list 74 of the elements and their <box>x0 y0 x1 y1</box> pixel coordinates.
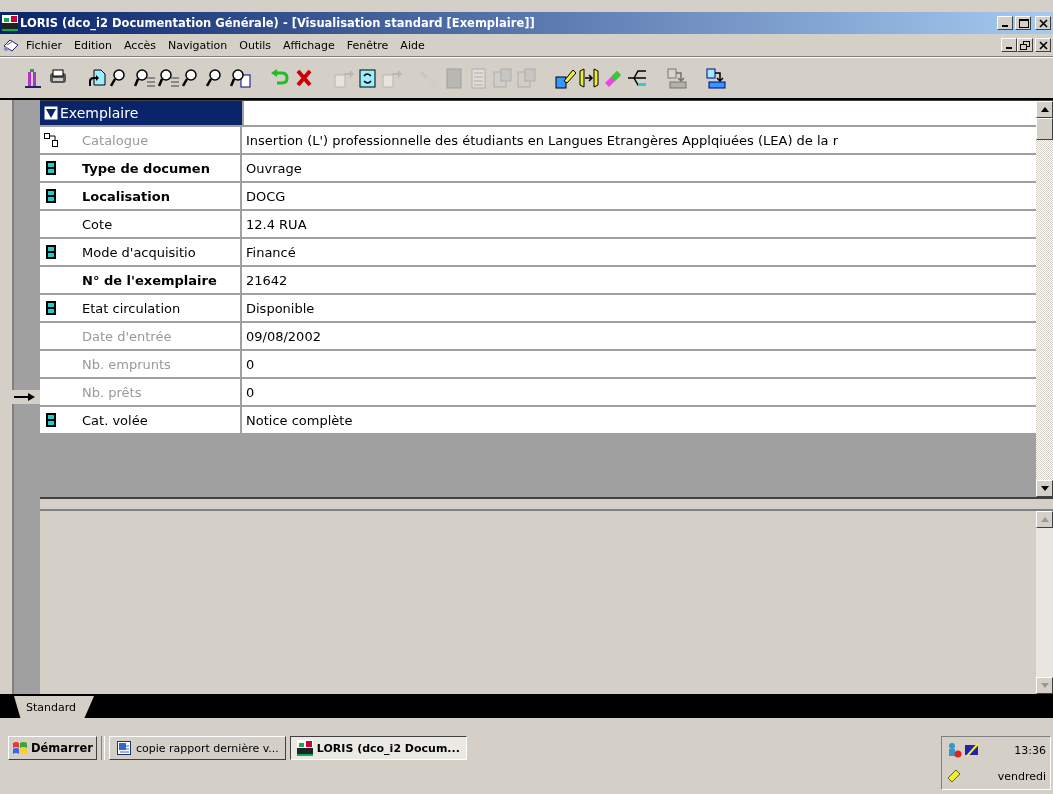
taskbar-button[interactable]: LORIS (dco_i2 Docum... <box>289 736 467 760</box>
menu-item[interactable]: Accès <box>118 38 162 52</box>
field-label: Etat circulation <box>62 295 242 321</box>
minimize-icon <box>1006 47 1012 49</box>
vertical-scrollbar[interactable] <box>1036 101 1053 497</box>
field-value[interactable]: Ouvrage <box>242 155 1036 181</box>
field-value[interactable]: Financé <box>242 239 1036 265</box>
menu-item[interactable]: Navigation <box>161 38 234 52</box>
tree-icon[interactable] <box>625 67 648 89</box>
pane-splitter[interactable] <box>40 497 1053 510</box>
app-logo-icon <box>2 15 18 31</box>
monitor-icon[interactable] <box>964 742 980 758</box>
field-label: Cote <box>62 211 242 237</box>
windows-flag-icon <box>12 740 28 756</box>
search-icon[interactable] <box>157 67 180 89</box>
field-label: Catalogue <box>62 127 242 153</box>
document-icon <box>115 740 132 756</box>
field-label: Localisation <box>62 183 242 209</box>
field-label: Nb. emprunts <box>62 351 242 377</box>
minimize-icon <box>1002 25 1008 27</box>
field-value[interactable]: Notice complète <box>242 407 1036 433</box>
maximize-icon <box>1016 17 1030 29</box>
search-icon[interactable] <box>229 67 252 89</box>
section-title: Exemplaire <box>60 105 139 121</box>
current-record-arrow-icon <box>14 392 36 402</box>
field-label: Type de documen <box>62 155 242 181</box>
expand-toggle-icon[interactable] <box>44 106 58 120</box>
minimize-button[interactable] <box>1001 38 1017 52</box>
window-title: LORIS (dco_i2 Documentation Générale) - [Visualisation standard [Exemplaire]] <box>20 16 536 30</box>
field-value[interactable]: DOCG <box>242 183 1036 209</box>
menu-item[interactable]: Fichier <box>20 38 68 52</box>
restore-icon <box>1018 39 1032 51</box>
maximize-button[interactable] <box>1015 16 1031 30</box>
menu-item[interactable]: Edition <box>67 38 118 52</box>
document-export-icon[interactable] <box>703 67 726 89</box>
app-logo-icon <box>296 740 313 756</box>
menu-item[interactable]: Outils <box>233 38 278 52</box>
clock-day: vendredi <box>980 769 1046 783</box>
minimize-button[interactable] <box>997 16 1013 30</box>
field-label: N° de l'exemplaire <box>62 267 242 293</box>
search-icon[interactable] <box>133 67 156 89</box>
taskbar-button[interactable]: copie rapport dernière v... <box>108 736 286 760</box>
menu-item[interactable]: Fenêtre <box>340 38 395 52</box>
close-button[interactable] <box>1035 38 1051 52</box>
close-icon <box>1036 17 1050 29</box>
scroll-thumb[interactable] <box>1036 118 1053 140</box>
start-button[interactable]: Démarrer <box>8 736 97 760</box>
clock-time: 13:36 <box>1013 743 1046 757</box>
field-label: Date d'entrée <box>62 323 242 349</box>
restore-button[interactable] <box>1017 38 1033 52</box>
linked-record-icon <box>44 133 58 147</box>
field-value[interactable]: 21642 <box>242 267 1036 293</box>
indexed-field-icon <box>46 161 56 175</box>
indexed-field-icon <box>46 413 56 427</box>
compare-icon[interactable] <box>577 67 600 89</box>
pen-icon[interactable] <box>553 67 576 89</box>
field-value[interactable]: 12.4 RUA <box>242 211 1036 237</box>
record-header[interactable]: Exemplaire <box>40 101 244 125</box>
field-label: Cat. volée <box>62 407 242 433</box>
pencil-icon[interactable] <box>946 768 962 784</box>
field-value[interactable]: Disponible <box>242 295 1036 321</box>
close-icon <box>1036 39 1050 51</box>
scroll-up-icon[interactable] <box>1040 107 1049 112</box>
scroll-down-icon[interactable] <box>1040 486 1049 491</box>
indexed-field-icon <box>46 189 56 203</box>
field-label: Nb. prêts <box>62 379 242 405</box>
indexed-field-icon <box>46 245 56 259</box>
menu-item[interactable]: Aide <box>394 38 431 52</box>
field-label: Mode d'acquisitio <box>62 239 242 265</box>
document-menu-icon[interactable] <box>2 37 20 53</box>
indexed-field-icon <box>46 301 56 315</box>
view-tab[interactable]: Standard <box>14 696 95 718</box>
menu-item[interactable]: Affichage <box>277 38 341 52</box>
close-button[interactable] <box>1035 16 1051 30</box>
